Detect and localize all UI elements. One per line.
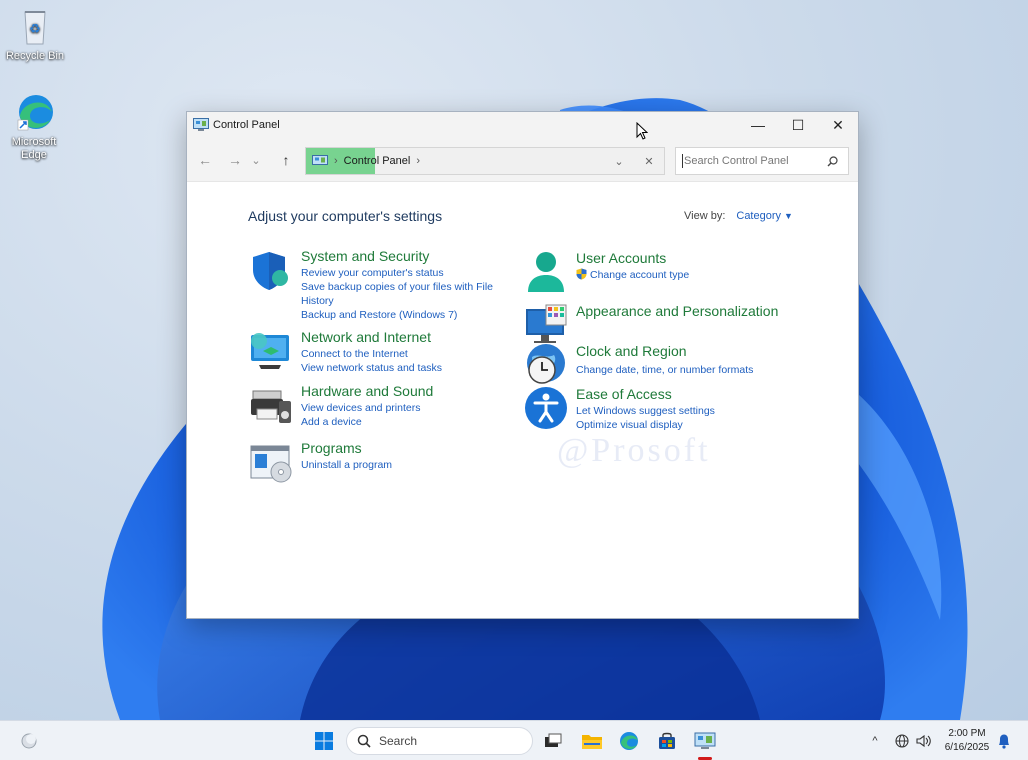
category-link[interactable]: View network status and tasks — [301, 361, 501, 375]
notifications-button[interactable] — [991, 729, 1017, 753]
system-tray: ^ — [864, 721, 935, 760]
title-bar[interactable]: Control Panel — ☐ ✕ — [187, 112, 858, 138]
text-cursor — [682, 154, 683, 168]
category-link[interactable]: View devices and printers — [301, 401, 501, 415]
back-button[interactable]: ← — [192, 147, 218, 173]
search-box[interactable] — [675, 147, 849, 175]
svg-text:♻: ♻ — [29, 22, 41, 37]
chevron-down-icon[interactable]: ▼ — [784, 211, 793, 221]
view-by-control: View by: Category ▼ — [684, 210, 793, 222]
widgets-button[interactable] — [16, 729, 42, 753]
desktop-icon-label: Recycle Bin — [5, 50, 65, 62]
page-heading: Adjust your computer's settings — [248, 208, 443, 224]
edge-icon — [620, 732, 638, 750]
network-icon[interactable] — [891, 731, 913, 751]
edge-taskbar-button[interactable] — [616, 729, 642, 753]
view-by-dropdown[interactable]: Category — [736, 210, 781, 222]
clock-globe-icon[interactable] — [524, 343, 568, 387]
category-title[interactable]: Network and Internet — [301, 329, 501, 346]
store-button[interactable] — [654, 729, 680, 753]
navigation-bar: ← → ⌄ ↑ › Control Panel › ⌄ ✕ — [187, 138, 858, 182]
category-link[interactable]: Add a device — [301, 415, 501, 429]
mouse-cursor-icon — [636, 122, 648, 140]
taskbar-clock[interactable]: 2:00 PM 6/16/2025 — [936, 727, 998, 755]
category-link[interactable]: Let Windows suggest settings — [576, 404, 776, 418]
show-hidden-icons-button[interactable]: ^ — [864, 731, 886, 751]
category-link[interactable]: Review your computer's status — [301, 266, 501, 280]
volume-icon[interactable] — [913, 731, 935, 751]
network-globe-icon[interactable] — [249, 329, 293, 373]
maximize-button[interactable]: ☐ — [778, 112, 818, 138]
category-link[interactable]: Connect to the Internet — [301, 347, 501, 361]
category-link: Change account type — [590, 269, 690, 281]
task-view-button[interactable] — [540, 729, 566, 753]
shield-security-icon[interactable] — [249, 248, 293, 292]
breadcrumb-separator[interactable]: › — [416, 155, 420, 167]
address-bar[interactable]: › Control Panel › ⌄ ✕ — [305, 147, 665, 175]
category-title[interactable]: Clock and Region — [576, 343, 836, 360]
category-link[interactable]: Uninstall a program — [301, 458, 501, 472]
address-clear-button[interactable]: ✕ — [634, 155, 664, 168]
minimize-button[interactable]: — — [738, 112, 778, 138]
search-input[interactable] — [684, 155, 814, 167]
desktop-icon-recycle-bin[interactable]: ♻ Recycle Bin — [0, 6, 70, 63]
category-link[interactable]: Save backup copies of your files with Fi… — [301, 280, 501, 308]
category-title[interactable]: System and Security — [301, 248, 501, 265]
task-view-icon — [545, 733, 562, 747]
desktop-icon-edge[interactable]: Microsoft Edge — [0, 92, 68, 162]
content-area: Adjust your computer's settings View by:… — [187, 182, 858, 618]
category-title[interactable]: Programs — [301, 440, 501, 457]
store-bag-icon — [659, 732, 675, 749]
control-panel-icon — [193, 118, 209, 131]
taskbar-search-label: Search — [379, 734, 418, 748]
control-panel-window: Control Panel — ☐ ✕ ← → ⌄ ↑ › Control Pa… — [186, 111, 859, 619]
close-button[interactable]: ✕ — [818, 112, 858, 138]
category-title[interactable]: User Accounts — [576, 250, 776, 267]
control-panel-icon — [312, 155, 328, 165]
category-title[interactable]: Appearance and Personalization — [576, 303, 836, 320]
printer-speaker-icon[interactable] — [249, 383, 293, 427]
category-link[interactable]: Change date, time, or number formats — [576, 363, 836, 377]
search-icon[interactable] — [827, 155, 838, 167]
recycle-bin-icon: ♻ — [13, 6, 57, 46]
file-explorer-button[interactable] — [579, 729, 605, 753]
change-account-type-link[interactable]: Change account type — [576, 268, 776, 282]
taskbar-search-box[interactable]: Search — [346, 727, 533, 755]
control-panel-taskbar-button[interactable] — [692, 729, 718, 753]
forward-button[interactable]: → — [222, 147, 248, 173]
taskbar: Search ^ 2:00 PM 6/16/2025 — [0, 720, 1028, 760]
category-link[interactable]: Backup and Restore (Windows 7) — [301, 308, 501, 322]
bell-icon — [999, 734, 1009, 749]
category-title[interactable]: Hardware and Sound — [301, 383, 501, 400]
uac-shield-icon — [576, 268, 587, 280]
control-panel-icon — [694, 732, 716, 749]
recent-locations-button[interactable]: ⌄ — [248, 147, 264, 173]
desktop-icon-label: Microsoft Edge — [11, 136, 57, 161]
view-by-label: View by: — [684, 210, 726, 222]
watermark: @Prosoft — [557, 432, 711, 469]
start-button[interactable] — [311, 729, 337, 753]
edge-icon — [12, 92, 56, 132]
category-link[interactable]: Optimize visual display — [576, 418, 776, 432]
breadcrumb-separator[interactable]: › — [334, 155, 338, 167]
window-title: Control Panel — [213, 119, 280, 131]
programs-disc-icon[interactable] — [249, 440, 293, 484]
monitor-personalize-icon[interactable] — [524, 303, 568, 347]
search-icon — [357, 734, 371, 748]
weather-widget-icon — [21, 733, 37, 749]
up-button[interactable]: ↑ — [273, 147, 299, 173]
category-title[interactable]: Ease of Access — [576, 386, 776, 403]
clock-time: 2:00 PM — [948, 728, 986, 739]
user-accounts-icon[interactable] — [524, 250, 568, 294]
address-dropdown-button[interactable]: ⌄ — [604, 155, 634, 168]
folder-icon — [582, 735, 602, 749]
windows-logo-icon — [315, 732, 333, 750]
clock-date: 6/16/2025 — [944, 742, 990, 753]
accessibility-icon[interactable] — [524, 386, 568, 430]
breadcrumb-control-panel[interactable]: Control Panel — [344, 155, 411, 167]
